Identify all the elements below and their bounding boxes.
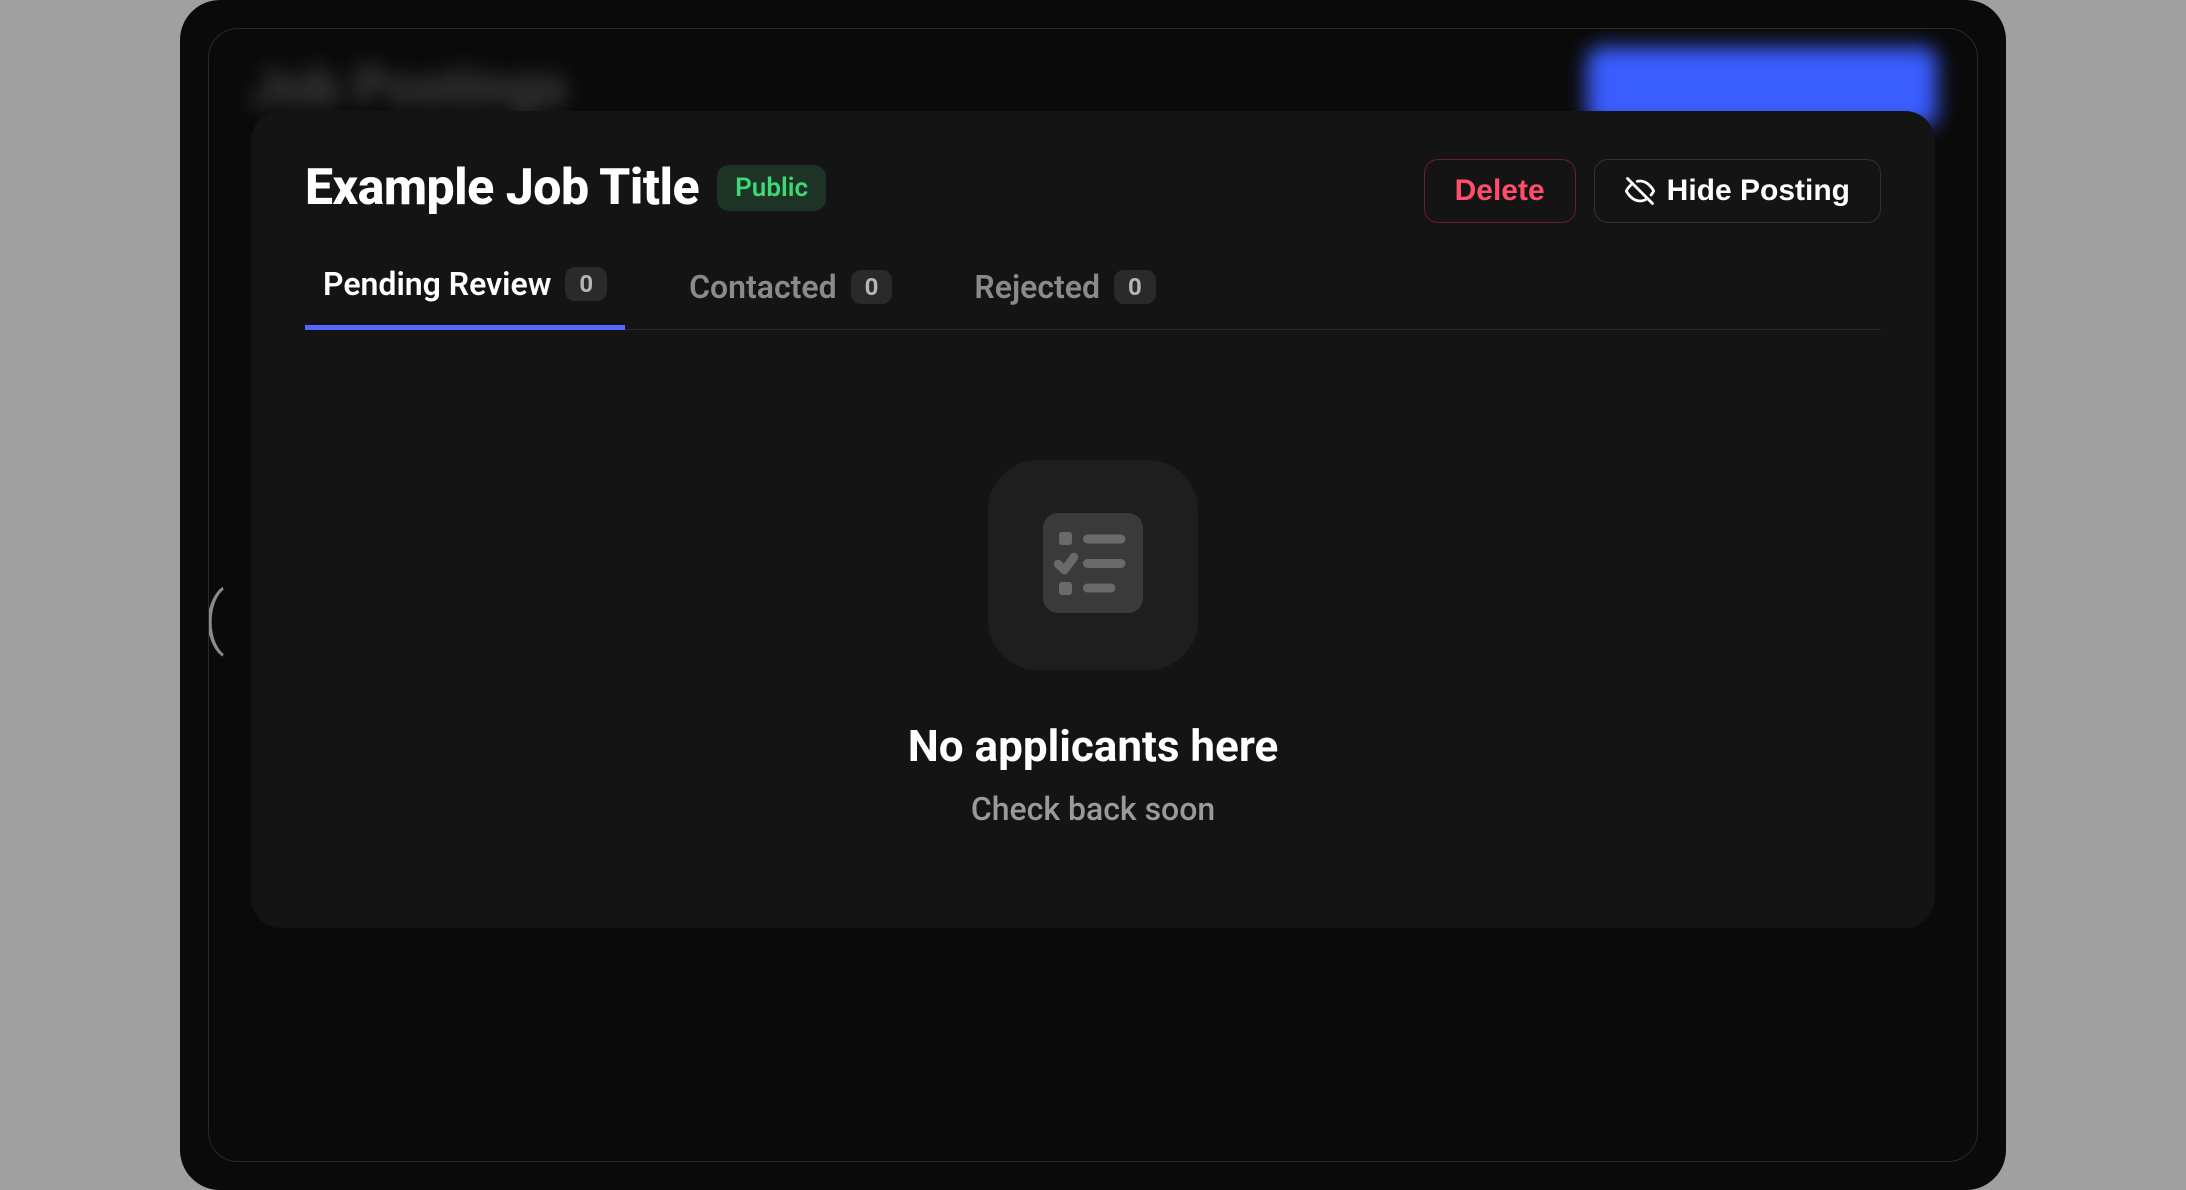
delete-button-label: Delete (1455, 174, 1545, 208)
tab-pending-review[interactable]: Pending Review 0 (305, 265, 625, 330)
tab-label: Contacted (689, 268, 837, 306)
hide-posting-label: Hide Posting (1667, 174, 1850, 208)
list-check-icon (1033, 503, 1153, 627)
delete-button[interactable]: Delete (1424, 159, 1576, 223)
empty-state: No applicants here Check back soon (305, 330, 1881, 828)
tabs: Pending Review 0 Contacted 0 Rejected 0 (305, 265, 1881, 330)
background-page-title: Job Postings (249, 56, 568, 119)
tab-label: Rejected (974, 268, 1100, 306)
modal-actions: Delete Hide Posting (1424, 159, 1881, 223)
tab-contacted[interactable]: Contacted 0 (671, 265, 910, 330)
title-group: Example Job Title Public (305, 159, 826, 217)
app-frame: Job Postings ( Example Job Title Public … (180, 0, 2006, 1190)
app-inner-frame: Job Postings ( Example Job Title Public … (208, 28, 1978, 1162)
tab-label: Pending Review (323, 265, 551, 303)
job-title: Example Job Title (305, 159, 699, 217)
modal-header: Example Job Title Public Delete (305, 159, 1881, 223)
eye-off-icon (1625, 176, 1655, 206)
status-badge: Public (717, 165, 826, 211)
hide-posting-button[interactable]: Hide Posting (1594, 159, 1881, 223)
empty-state-icon-wrap (988, 460, 1198, 670)
count-badge: 0 (851, 270, 893, 304)
tab-rejected[interactable]: Rejected 0 (956, 265, 1173, 330)
job-posting-modal: Example Job Title Public Delete (251, 111, 1935, 928)
empty-state-subtitle: Check back soon (971, 790, 1215, 828)
count-badge: 0 (1114, 270, 1156, 304)
count-badge: 0 (565, 267, 607, 301)
empty-state-title: No applicants here (908, 720, 1279, 772)
chevron-left-icon[interactable]: ( (208, 584, 225, 652)
